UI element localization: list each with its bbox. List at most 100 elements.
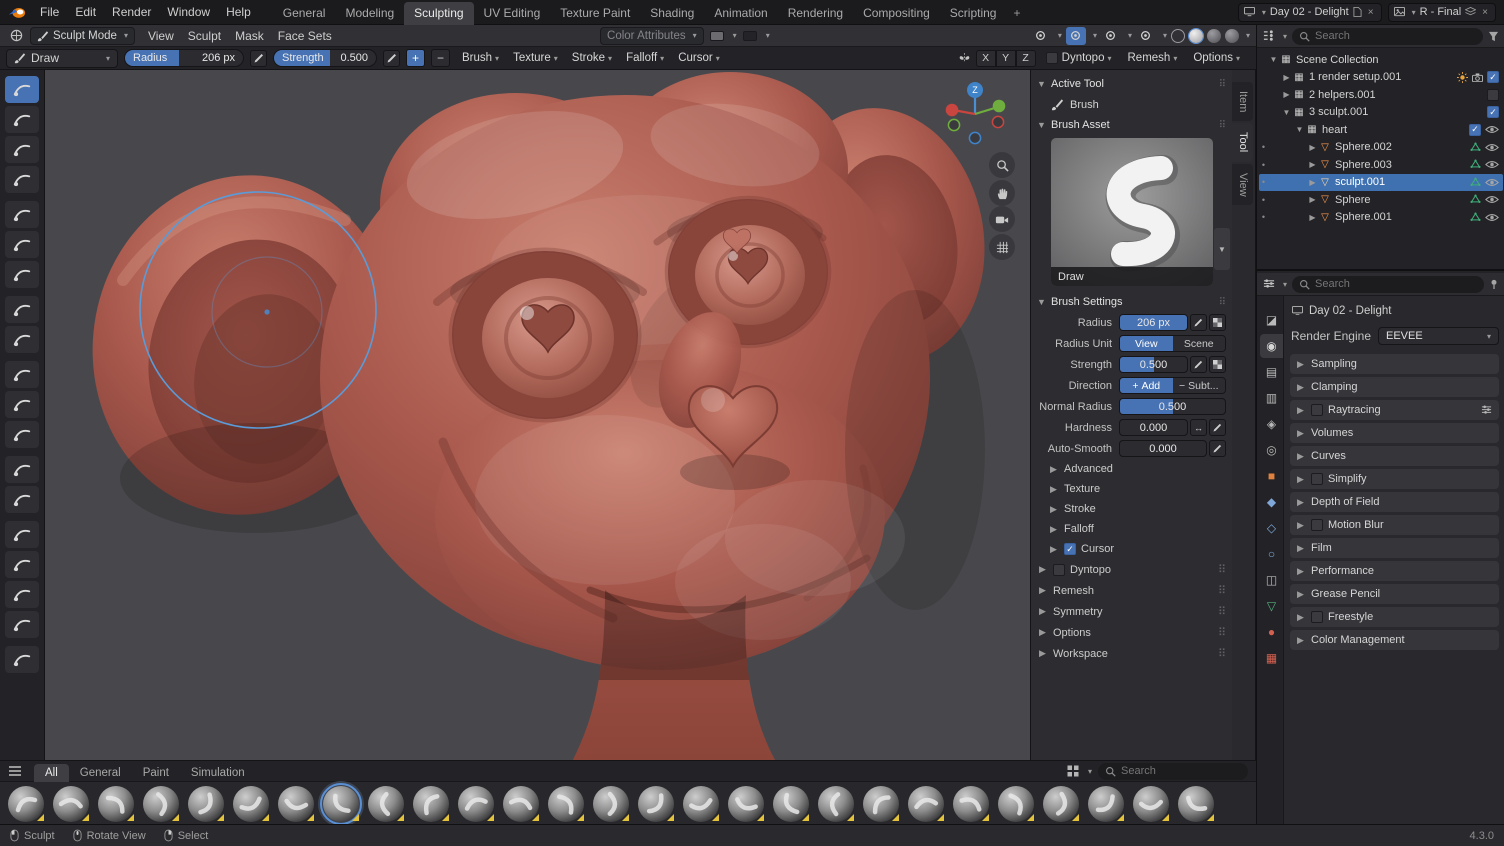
- brush-asset-thumbnail-19[interactable]: [863, 786, 899, 822]
- brush-asset-thumbnail-14[interactable]: [638, 786, 674, 822]
- zoom-icon[interactable]: [989, 152, 1015, 178]
- brush-asset-thumbnail-3[interactable]: [143, 786, 179, 822]
- properties-tab-data[interactable]: ▽: [1260, 594, 1283, 618]
- shading-solid-icon[interactable]: [1189, 29, 1203, 43]
- active-tool-header[interactable]: ▼ Active Tool ⠿: [1037, 74, 1226, 94]
- workspace-tab-rendering[interactable]: Rendering: [778, 2, 853, 25]
- sculpt-tool-button-16[interactable]: [5, 581, 39, 608]
- properties-search[interactable]: [1292, 276, 1484, 293]
- menu-file[interactable]: File: [32, 2, 67, 22]
- radius-pressure-icon[interactable]: [1190, 314, 1207, 331]
- outliner-row-sphere[interactable]: •▶▽Sphere: [1259, 191, 1503, 209]
- mirror-z-toggle[interactable]: Z: [1016, 50, 1036, 67]
- strength-pressure-icon[interactable]: [1190, 356, 1207, 373]
- properties-breadcrumb[interactable]: Day 02 - Delight: [1290, 300, 1499, 321]
- sculpt-tool-button-8[interactable]: [5, 326, 39, 353]
- outliner-editor-icon[interactable]: [1263, 30, 1275, 41]
- property-section-volumes[interactable]: ▶Volumes: [1290, 423, 1499, 443]
- brush-asset-thumbnail-18[interactable]: [818, 786, 854, 822]
- simplify-checkbox[interactable]: [1311, 473, 1323, 485]
- secondary-color-swatch[interactable]: [743, 31, 757, 41]
- drag-dots-icon[interactable]: ⠿: [1219, 79, 1226, 90]
- display-mode-icon[interactable]: [1067, 765, 1079, 777]
- subsection-stroke[interactable]: ▶Stroke: [1037, 499, 1226, 519]
- brush-settings-header[interactable]: ▼ Brush Settings ⠿: [1037, 292, 1226, 312]
- property-section-simplify[interactable]: ▶Simplify: [1290, 469, 1499, 489]
- properties-editor-icon[interactable]: [1263, 278, 1275, 289]
- sculpt-tool-button-9[interactable]: [5, 361, 39, 388]
- panel-section-workspace[interactable]: ▶Workspace⠿: [1037, 643, 1226, 664]
- layers-icon[interactable]: [1465, 7, 1476, 16]
- menu-edit[interactable]: Edit: [67, 2, 104, 22]
- strength-texture-icon[interactable]: [1209, 356, 1226, 373]
- dyntopo-checkbox[interactable]: [1053, 564, 1065, 576]
- brush-asset-thumbnail-5[interactable]: [233, 786, 269, 822]
- sculpt-tool-button-12[interactable]: [5, 456, 39, 483]
- properties-tab-particles[interactable]: ◇: [1260, 516, 1283, 540]
- sculpt-tool-button-15[interactable]: [5, 551, 39, 578]
- radius-slider[interactable]: 206 px: [1119, 314, 1188, 331]
- property-section-raytracing[interactable]: ▶Raytracing: [1290, 400, 1499, 420]
- brush-asset-thumbnail-4[interactable]: [188, 786, 224, 822]
- chevron-right-icon[interactable]: ▶: [1307, 195, 1318, 204]
- navigation-gizmo[interactable]: Z: [943, 80, 1009, 146]
- subsection-advanced[interactable]: ▶Advanced: [1037, 459, 1226, 479]
- viewport-menu-view[interactable]: View: [141, 27, 181, 45]
- radius-pressure-icon[interactable]: [250, 50, 267, 67]
- radius-slider[interactable]: Radius 206 px: [124, 49, 244, 67]
- properties-tab-modifiers[interactable]: ◆: [1260, 490, 1283, 514]
- visibility-icon[interactable]: [1031, 27, 1051, 45]
- properties-tab-constraints[interactable]: ◫: [1260, 568, 1283, 592]
- brush-asset-thumbnail-16[interactable]: [728, 786, 764, 822]
- menu-render[interactable]: Render: [104, 2, 159, 22]
- close-scene-icon[interactable]: ×: [1366, 7, 1376, 18]
- shelf-tab-all[interactable]: All: [34, 764, 69, 782]
- dyntopo-dropdown[interactable]: Dyntopo ▾: [1040, 50, 1118, 66]
- brush-asset-thumbnail-10[interactable]: [458, 786, 494, 822]
- sidebar-tab-view[interactable]: View: [1232, 164, 1253, 206]
- asset-shelf-search[interactable]: [1098, 763, 1248, 780]
- chevron-right-icon[interactable]: ▶: [1281, 90, 1292, 99]
- brush-asset-header[interactable]: ▼ Brush Asset ⠿: [1037, 115, 1226, 135]
- shelf-tab-simulation[interactable]: Simulation: [180, 764, 256, 782]
- include-checkbox[interactable]: ✓: [1487, 71, 1499, 83]
- property-section-depth-of-field[interactable]: ▶Depth of Field: [1290, 492, 1499, 512]
- render-engine-dropdown[interactable]: EEVEE ▾: [1378, 327, 1499, 345]
- sculpt-tool-button-3[interactable]: [5, 166, 39, 193]
- dropdown-stroke[interactable]: Stroke▾: [566, 50, 618, 66]
- normal-radius-slider[interactable]: 0.500: [1119, 398, 1226, 415]
- dropdown-brush[interactable]: Brush▾: [456, 50, 505, 66]
- brush-asset-thumbnail-20[interactable]: [908, 786, 944, 822]
- eye-icon[interactable]: [1485, 213, 1499, 222]
- panel-section-remesh[interactable]: ▶Remesh⠿: [1037, 580, 1226, 601]
- workspace-tab-shading[interactable]: Shading: [640, 2, 704, 25]
- cursor-checkbox[interactable]: ✓: [1064, 543, 1076, 555]
- strength-slider[interactable]: Strength 0.500: [273, 49, 377, 67]
- brush-asset-thumbnail-1[interactable]: [53, 786, 89, 822]
- outliner-row-sphere-002[interactable]: •▶▽Sphere.002: [1259, 139, 1503, 157]
- active-tool-dropdown[interactable]: Draw ▾: [6, 49, 118, 68]
- eye-icon[interactable]: [1485, 178, 1499, 187]
- outliner-row-3-sculpt-001[interactable]: ▼▦3 sculpt.001✓: [1259, 104, 1503, 122]
- sidebar-tab-tool[interactable]: Tool: [1232, 123, 1253, 161]
- gizmos-icon[interactable]: [1136, 27, 1156, 45]
- dyntopo-checkbox[interactable]: [1046, 52, 1058, 64]
- brush-asset-thumbnail[interactable]: Draw: [1051, 138, 1213, 286]
- properties-tab-physics[interactable]: ○: [1260, 542, 1283, 566]
- direction-option-add[interactable]: +Add: [1120, 378, 1173, 393]
- asset-shelf-search-input[interactable]: [1121, 765, 1241, 777]
- eye-icon[interactable]: [1485, 143, 1499, 152]
- panel-section-symmetry[interactable]: ▶Symmetry⠿: [1037, 601, 1226, 622]
- panel-section-dyntopo[interactable]: ▶Dyntopo⠿: [1037, 559, 1226, 580]
- property-section-sampling[interactable]: ▶Sampling: [1290, 354, 1499, 374]
- chevron-down-icon[interactable]: ▼: [1294, 125, 1305, 134]
- workspace-tab-scripting[interactable]: Scripting: [940, 2, 1007, 25]
- hardness-pressure-icon[interactable]: [1209, 419, 1226, 436]
- viewport-menu-face-sets[interactable]: Face Sets: [271, 27, 339, 45]
- direction-subtract-button[interactable]: −: [431, 49, 450, 67]
- brush-asset-thumbnail-17[interactable]: [773, 786, 809, 822]
- sculpt-tool-button-17[interactable]: [5, 611, 39, 638]
- raytracing-checkbox[interactable]: [1311, 404, 1323, 416]
- property-section-curves[interactable]: ▶Curves: [1290, 446, 1499, 466]
- shading-rendered-icon[interactable]: [1225, 29, 1239, 43]
